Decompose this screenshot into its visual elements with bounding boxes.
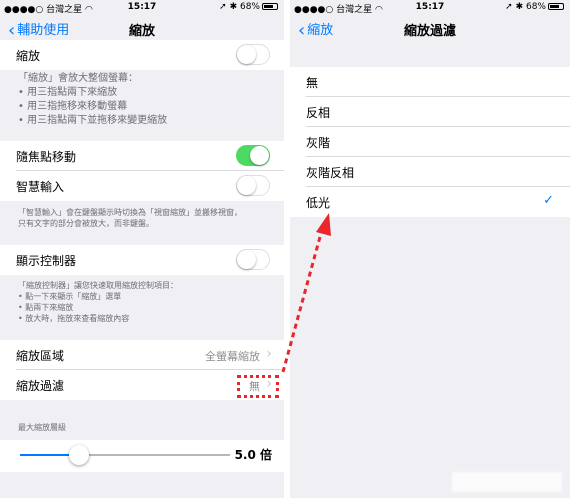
annotation-arrow [281, 213, 331, 373]
annotation-arrow-line [281, 225, 325, 373]
annotation-arrow-head [316, 213, 331, 236]
